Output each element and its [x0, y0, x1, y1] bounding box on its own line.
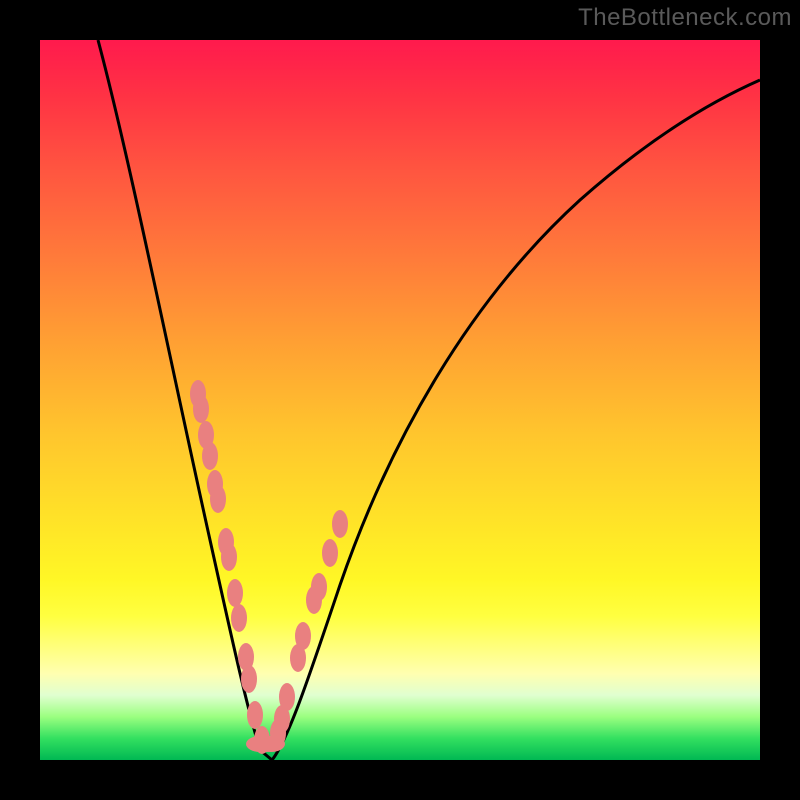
watermark-text: TheBottleneck.com	[578, 4, 792, 32]
marker-dot	[231, 604, 247, 632]
plot-area	[40, 40, 760, 760]
marker-dot	[247, 701, 263, 729]
marker-dot	[295, 622, 311, 650]
marker-dot	[202, 442, 218, 470]
marker-dot	[322, 539, 338, 567]
marker-dot	[221, 543, 237, 571]
marker-dot	[210, 485, 226, 513]
marker-dot	[311, 573, 327, 601]
marker-dot	[193, 395, 209, 423]
marker-group	[190, 380, 348, 754]
bottleneck-curve-right	[272, 80, 760, 760]
curve-layer	[40, 40, 760, 760]
marker-dot	[279, 683, 295, 711]
marker-dot	[332, 510, 348, 538]
marker-dot	[241, 665, 257, 693]
marker-dot	[227, 579, 243, 607]
chart-frame: TheBottleneck.com	[0, 0, 800, 800]
